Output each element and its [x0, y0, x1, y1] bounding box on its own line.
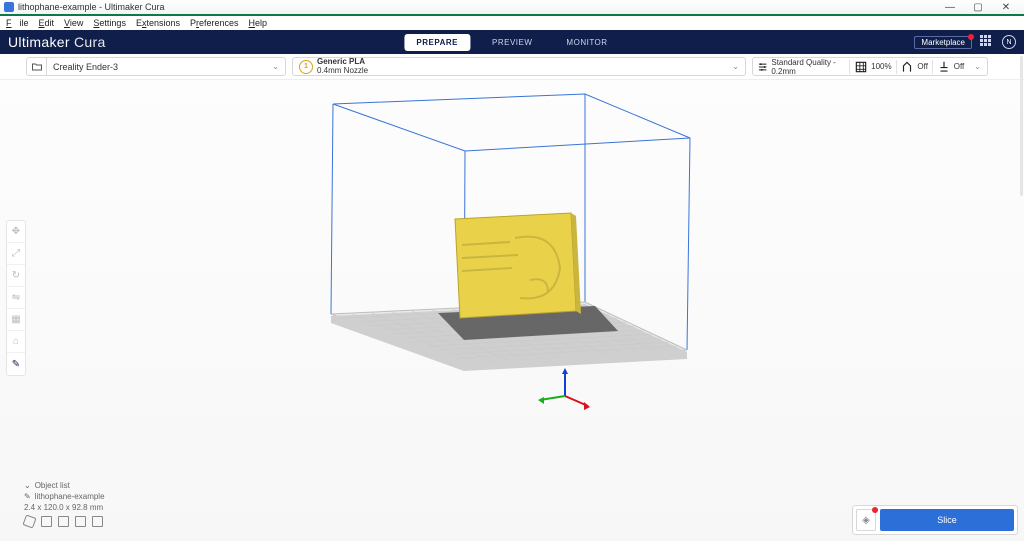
app-header: Ultimaker Cura PREPARE PREVIEW MONITOR M… [0, 30, 1024, 54]
open-file-button[interactable] [27, 58, 47, 75]
brand-part-b: Cura [70, 34, 106, 50]
folder-icon [31, 61, 43, 73]
nozzle-size: 0.4mm Nozzle [317, 67, 368, 75]
tool-custom[interactable]: ✎ [7, 353, 25, 375]
chevron-down-icon: ⌄ [266, 62, 285, 71]
tab-preview[interactable]: PREVIEW [480, 34, 544, 51]
chevron-down-icon: ⌄ [726, 62, 745, 71]
menu-extensions[interactable]: Extensions [132, 18, 184, 28]
chevron-down-icon: ⌄ [968, 62, 987, 71]
scene-svg [0, 80, 1024, 541]
tool-mesh[interactable]: ▦ [7, 309, 25, 331]
chevron-down-icon: ⌄ [24, 481, 31, 490]
slice-button[interactable]: Slice [880, 509, 1014, 531]
scrollbar-vertical[interactable] [1020, 56, 1023, 196]
app-icon [4, 2, 14, 12]
view-mode-icons [24, 516, 105, 527]
tool-rotate[interactable]: ↻ [7, 265, 25, 287]
object-list-item[interactable]: ✎ lithophane-example [24, 492, 105, 501]
infill-icon [854, 60, 868, 74]
object-name: lithophane-example [35, 492, 105, 501]
window-close-button[interactable]: ✕ [992, 2, 1020, 13]
tool-support-blocker[interactable]: ⌂ [7, 331, 25, 353]
object-list-panel: ⌄ Object list ✎ lithophane-example 2.4 x… [24, 481, 105, 527]
marketplace-label: Marketplace [921, 38, 965, 47]
tab-monitor[interactable]: MONITOR [554, 34, 619, 51]
view-left-icon[interactable] [75, 516, 86, 527]
notification-dot-icon [872, 507, 878, 513]
apps-grid-icon[interactable] [980, 35, 994, 49]
object-list-header: Object list [35, 481, 70, 490]
notification-dot-icon [968, 34, 974, 40]
menu-view[interactable]: View [60, 18, 87, 28]
view-3d-icon[interactable] [22, 514, 36, 528]
view-top-icon[interactable] [58, 516, 69, 527]
menu-bar: File Edit View Settings Extensions Prefe… [0, 16, 1024, 30]
menu-help[interactable]: Help [245, 18, 272, 28]
quality-label: Standard Quality - 0.2mm [771, 58, 845, 76]
model-lithophane[interactable] [455, 213, 581, 318]
view-front-icon[interactable] [41, 516, 52, 527]
extruder-number: 1 [304, 63, 308, 70]
window-title: lithophane-example - Ultimaker Cura [18, 2, 165, 12]
brand-part-a: Ultimaker [8, 34, 70, 50]
material-selector[interactable]: 1 Generic PLA 0.4mm Nozzle ⌄ [292, 57, 746, 76]
sliders-icon [757, 60, 768, 74]
window-minimize-button[interactable]: — [936, 2, 964, 13]
stage-tabs: PREPARE PREVIEW MONITOR [404, 34, 619, 51]
menu-file[interactable]: File [2, 18, 33, 28]
printer-name: Creality Ender-3 [47, 62, 266, 72]
menu-preferences[interactable]: Preferences [186, 18, 243, 28]
slice-panel: ◈ Slice [852, 505, 1018, 535]
preview-toggle-button[interactable]: ◈ [856, 509, 876, 531]
left-toolbar: ✥ ⤢ ↻ ⇋ ▦ ⌂ ✎ [6, 220, 26, 376]
axis-gizmo [538, 368, 590, 410]
window-maximize-button[interactable]: ▢ [964, 2, 992, 13]
object-dimensions: 2.4 x 120.0 x 92.8 mm [24, 503, 103, 512]
adhesion-icon [937, 60, 951, 74]
extruder-badge-icon: 1 [299, 60, 313, 74]
slice-button-label: Slice [937, 515, 957, 525]
tool-mirror[interactable]: ⇋ [7, 287, 25, 309]
support-icon [900, 60, 914, 74]
viewport-3d[interactable]: ✥ ⤢ ↻ ⇋ ▦ ⌂ ✎ ⌄ Object list ✎ lithophane… [0, 80, 1024, 541]
avatar-initial: N [1006, 39, 1011, 46]
printer-selector[interactable]: Creality Ender-3 ⌄ [26, 57, 286, 76]
marketplace-button[interactable]: Marketplace [914, 36, 972, 49]
brand-logo: Ultimaker Cura [8, 34, 106, 50]
infill-value: 100% [871, 62, 891, 71]
window-titlebar: lithophane-example - Ultimaker Cura — ▢ … [0, 0, 1024, 16]
adhesion-value: Off [954, 62, 965, 71]
tab-prepare[interactable]: PREPARE [404, 34, 470, 51]
config-bar: Creality Ender-3 ⌄ 1 Generic PLA 0.4mm N… [0, 54, 1024, 80]
menu-edit[interactable]: Edit [35, 18, 59, 28]
tool-scale[interactable]: ⤢ [7, 243, 25, 265]
menu-settings[interactable]: Settings [89, 18, 130, 28]
object-list-header-row[interactable]: ⌄ Object list [24, 481, 105, 490]
account-avatar[interactable]: N [1002, 35, 1016, 49]
support-value: Off [917, 62, 928, 71]
eye-icon: ◈ [862, 515, 870, 526]
print-settings-selector[interactable]: Standard Quality - 0.2mm 100% Off Off ⌄ [752, 57, 988, 76]
view-right-icon[interactable] [92, 516, 103, 527]
tool-move[interactable]: ✥ [7, 221, 25, 243]
pencil-icon: ✎ [24, 492, 31, 501]
